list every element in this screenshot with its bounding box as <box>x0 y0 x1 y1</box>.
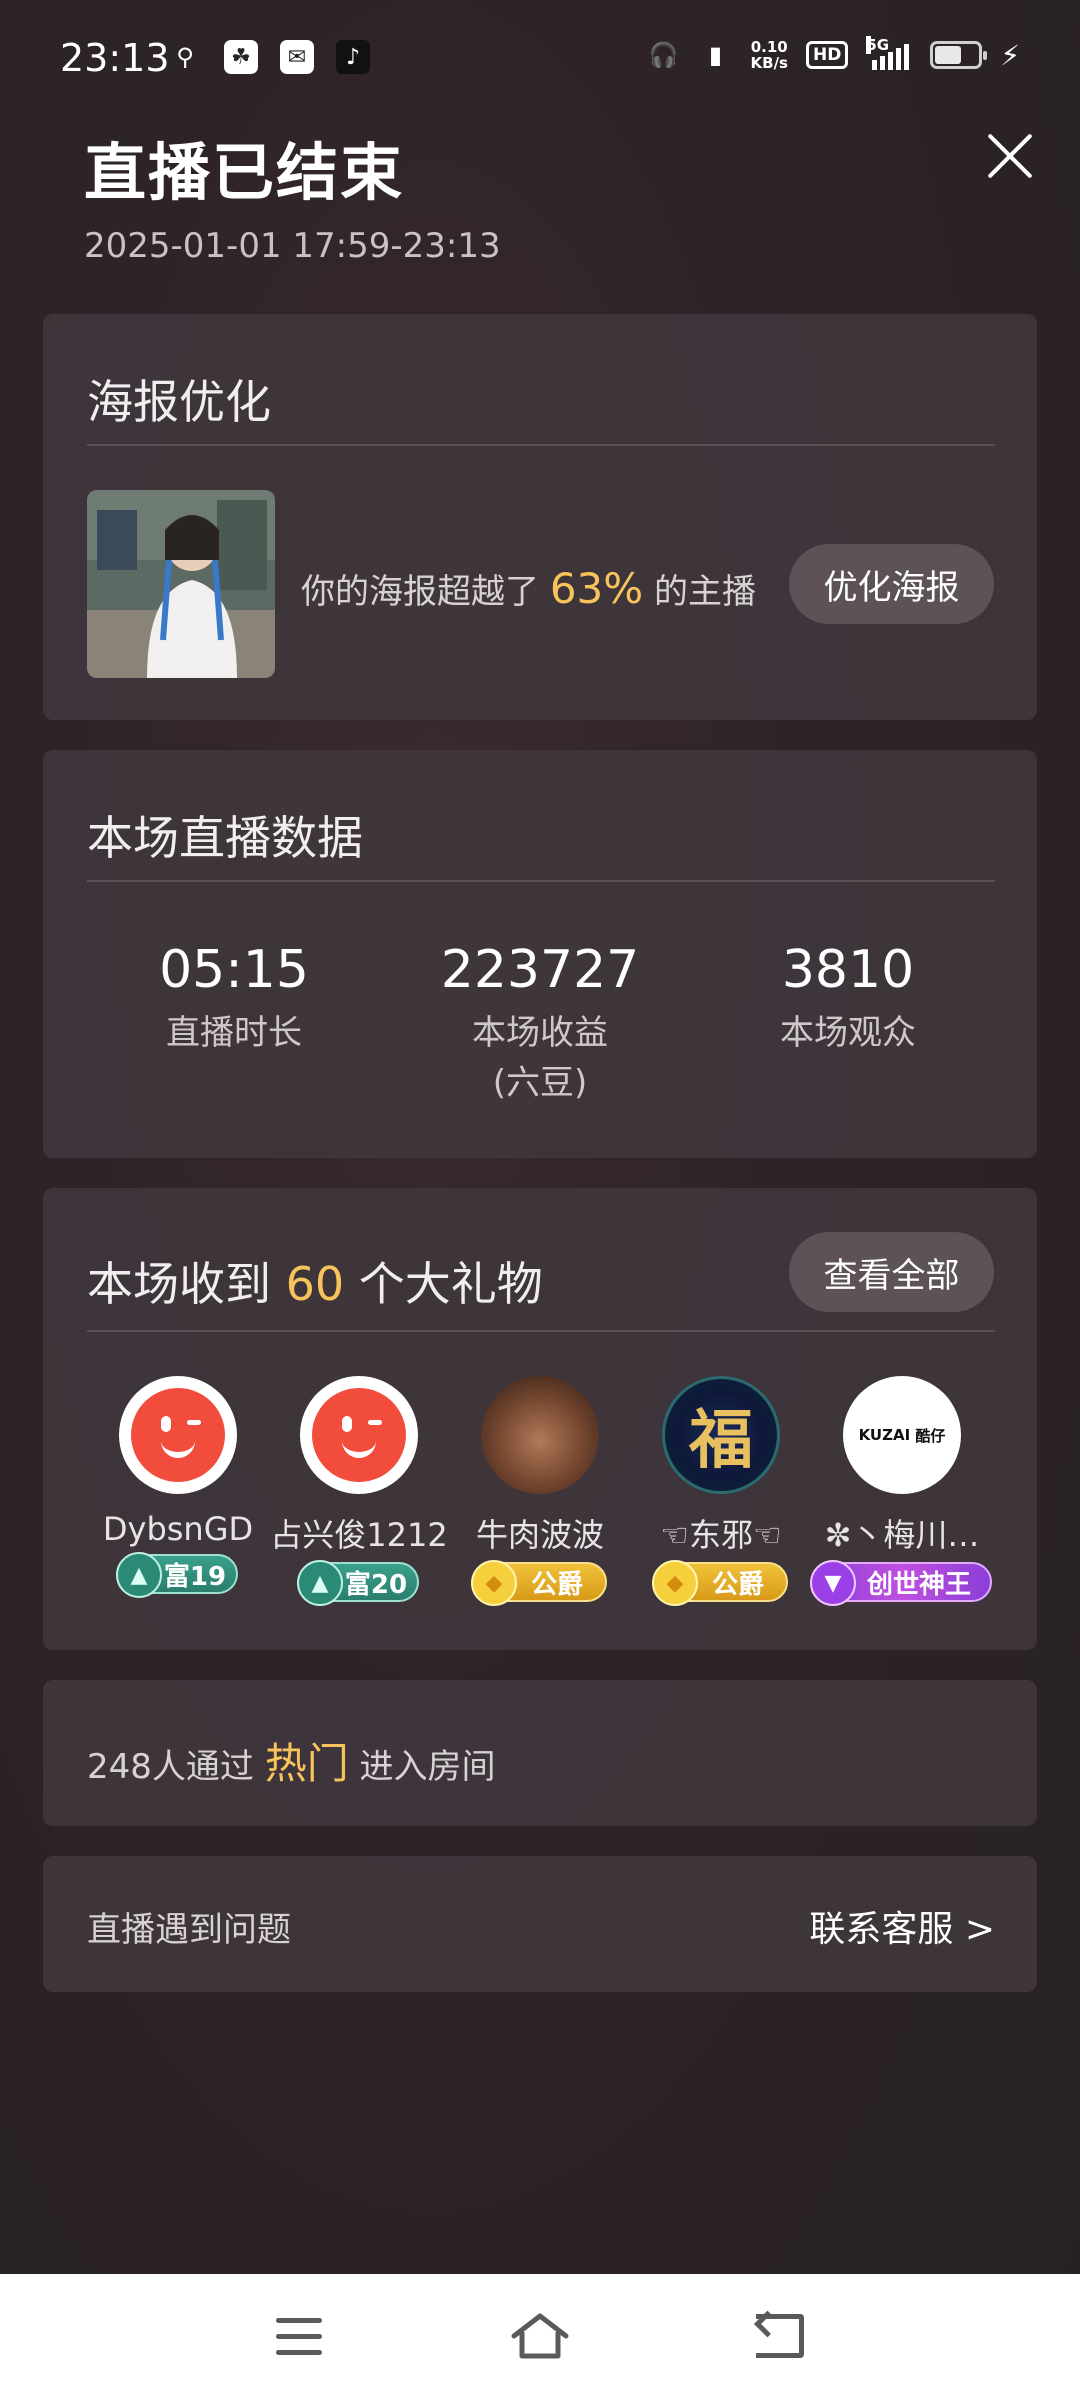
divider <box>87 880 995 882</box>
gift-user[interactable]: 牛肉波波 ◆ 公爵 <box>450 1376 630 1606</box>
system-icons: 🎧 ▮ 0.10 KB/s HD 5G ⚡ <box>647 36 1020 72</box>
problem-label: 直播遇到问题 <box>87 1910 291 1950</box>
hot-entry-card: 248人通过 热门 进入房间 <box>43 1680 1037 1826</box>
gift-user[interactable]: DybsnGD ▲ 富19 <box>88 1376 268 1598</box>
hd-icon: HD <box>805 41 849 69</box>
poster-thumbnail[interactable] <box>87 490 275 678</box>
user-name: 占兴俊1212 <box>270 1516 448 1554</box>
noble-badge: ▼ 创世神王 <box>810 1560 992 1606</box>
charging-icon: ⚡ <box>1000 38 1020 72</box>
gifts-title-after: 个大礼物 <box>358 1257 543 1311</box>
status-time: 23:13 <box>60 36 170 80</box>
gifts-card-title: 本场收到 60 个大礼物 <box>87 1248 543 1314</box>
user-name: DybsnGD <box>102 1510 254 1548</box>
avatar-text: 酷仔 <box>915 1426 946 1445</box>
view-all-button[interactable]: 查看全部 <box>789 1232 994 1312</box>
poster-percent: 63% <box>549 564 644 613</box>
avatar-text: KUZAI <box>858 1426 911 1444</box>
usb-icon: ⚲ <box>176 43 194 71</box>
notification-icons: ⚲ ☘ ✉ ♪ <box>168 40 370 74</box>
avatar <box>119 1376 237 1494</box>
stat-viewers: 3810 本场观众 <box>698 940 998 1058</box>
badge-icon: ◆ <box>652 1560 698 1606</box>
stat-sublabel: (六豆) <box>492 1063 588 1103</box>
baidu-icon: ☘ <box>224 40 258 74</box>
divider <box>87 444 995 446</box>
status-bar: 23:13 ⚲ ☘ ✉ ♪ 🎧 ▮ 0.10 KB/s HD 5G ⚡ <box>0 0 1080 120</box>
gift-user[interactable]: 占兴俊1212 ▲ 富20 <box>269 1376 449 1606</box>
avatar <box>300 1376 418 1494</box>
home-icon[interactable] <box>510 2310 570 2360</box>
wealth-badge: ▲ 富19 <box>116 1552 238 1598</box>
badge-icon: ◆ <box>471 1560 517 1606</box>
back-icon[interactable] <box>756 2314 804 2358</box>
menu-icon[interactable] <box>276 2318 322 2356</box>
net-speed-unit: KB/s <box>750 54 788 72</box>
gift-user[interactable]: KUZAI 酷仔 ✼丶梅川… ▼ 创世神王 <box>810 1376 992 1606</box>
hot-highlight: 热门 <box>264 1739 349 1788</box>
stat-earnings: 223727 本场收益 (六豆) <box>390 940 690 1108</box>
tiktok-icon: ♪ <box>336 40 370 74</box>
noble-badge: ◆ 公爵 <box>652 1560 788 1606</box>
close-icon[interactable] <box>982 128 1038 184</box>
vibrate-icon: ▮ <box>708 41 723 69</box>
stat-label: 本场收益 <box>472 1013 608 1053</box>
badge-icon: ▼ <box>810 1560 856 1606</box>
avatar <box>481 1376 599 1494</box>
contact-support-link[interactable]: 联系客服 > <box>809 1900 995 1952</box>
poster-rank-text: 你的海报超越了 63% 的主播 <box>301 564 756 613</box>
stat-label: 本场观众 <box>780 1013 916 1053</box>
user-name: ☜东邪☜ <box>660 1516 782 1554</box>
poster-card: 海报优化 你的海报超越了 63% 的主播 优化海报 <box>43 314 1037 720</box>
stat-label: 直播时长 <box>166 1013 302 1053</box>
gift-user[interactable]: 福 ☜东邪☜ ◆ 公爵 <box>631 1376 811 1606</box>
poster-card-title: 海报优化 <box>87 375 271 429</box>
stat-value: 3810 <box>781 940 915 1000</box>
network-type: 5G <box>866 36 890 54</box>
headphones-icon: 🎧 <box>648 41 679 69</box>
noble-badge: ◆ 公爵 <box>471 1560 607 1606</box>
badge-icon: ▲ <box>297 1560 343 1606</box>
divider <box>87 1330 995 1332</box>
gifts-card: 本场收到 60 个大礼物 查看全部 DybsnGD ▲ 富19 占兴俊1212 … <box>43 1188 1037 1650</box>
mail-icon: ✉ <box>280 40 314 74</box>
poster-text-before: 你的海报超越了 <box>301 572 539 612</box>
net-speed-value: 0.10 <box>750 38 788 56</box>
hot-entry-text: 248人通过 热门 进入房间 <box>87 1730 496 1791</box>
hot-text-after: 进入房间 <box>359 1747 496 1787</box>
problem-card[interactable]: 直播遇到问题 联系客服 > <box>43 1856 1037 1992</box>
poster-text-after: 的主播 <box>653 572 756 612</box>
avatar: KUZAI 酷仔 <box>843 1376 961 1494</box>
stat-duration: 05:15 直播时长 <box>84 940 384 1058</box>
live-time-range: 2025-01-01 17:59-23:13 <box>84 226 501 266</box>
system-nav-bar <box>0 2274 1080 2400</box>
page-title: 直播已结束 <box>84 136 405 209</box>
gifts-title-before: 本场收到 <box>87 1257 271 1311</box>
wealth-badge: ▲ 富20 <box>297 1560 419 1606</box>
battery-icon <box>930 41 988 69</box>
battery-level <box>935 46 961 64</box>
gift-count: 60 <box>285 1257 345 1311</box>
hot-text-before: 248人通过 <box>87 1747 254 1787</box>
stat-value: 223727 <box>440 940 640 1000</box>
signal-icon: 5G <box>866 36 912 70</box>
user-name: ✼丶梅川… <box>824 1516 980 1554</box>
net-speed: 0.10 KB/s <box>751 39 788 71</box>
avatar: 福 <box>662 1376 780 1494</box>
live-stats-card: 本场直播数据 05:15 直播时长 223727 本场收益 (六豆) 3810 … <box>43 750 1037 1158</box>
badge-icon: ▲ <box>116 1552 162 1598</box>
user-name: 牛肉波波 <box>475 1516 604 1554</box>
stats-card-title: 本场直播数据 <box>87 811 363 865</box>
stat-value: 05:15 <box>159 940 309 1000</box>
optimize-poster-button[interactable]: 优化海报 <box>789 544 994 624</box>
